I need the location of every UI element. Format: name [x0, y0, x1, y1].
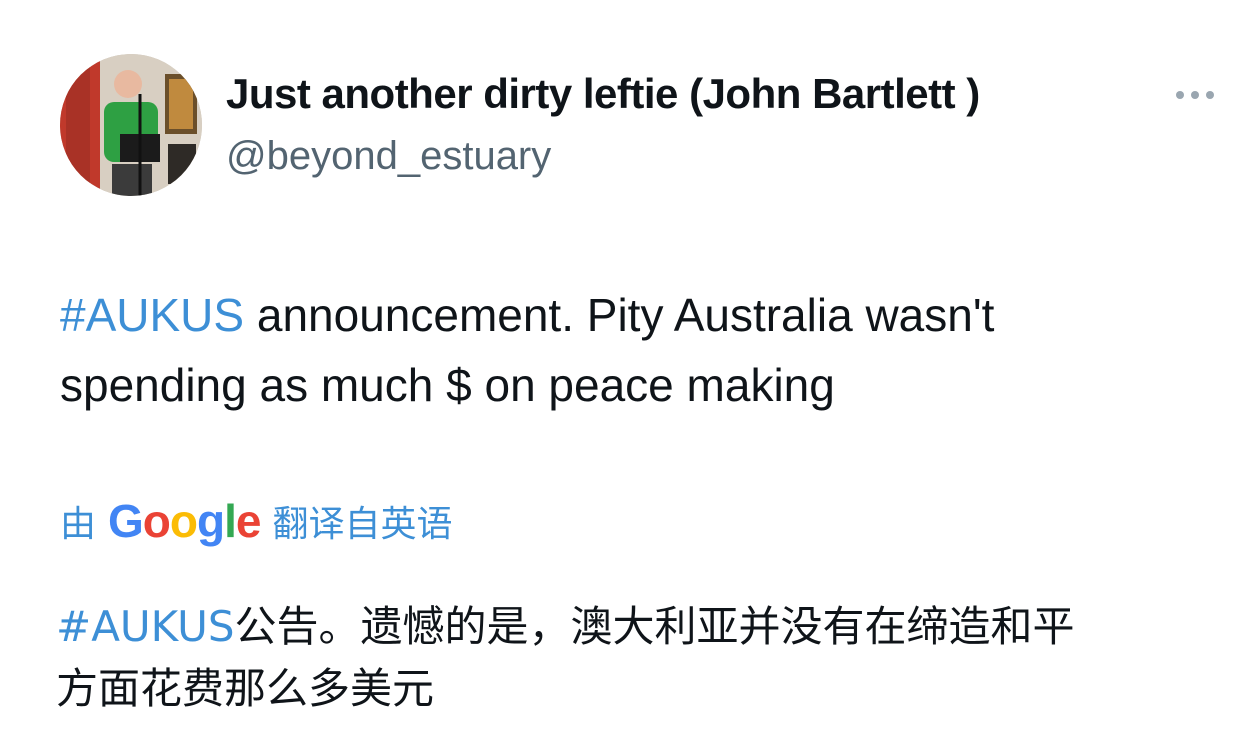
translated-hashtag-link[interactable]: #AUKUS [56, 602, 234, 651]
translation-prefix: 由 [60, 503, 97, 544]
translated-text-line1: 公告。遗憾的是，澳大利亚并没有在缔造和平 [234, 602, 1075, 651]
tweet-text-line1: announcement. Pity Australia wasn't [244, 289, 995, 341]
tweet-text-line2: spending as much $ on peace making [60, 359, 835, 411]
dot [1191, 91, 1199, 99]
profile-photo [60, 54, 202, 196]
translated-text: #AUKUS公告。遗憾的是，澳大利亚并没有在缔造和平 方面花费那么多美元 [56, 596, 1226, 720]
translation-attribution[interactable]: 由 Google 翻译自英语 [60, 494, 453, 548]
author-display-name[interactable]: Just another dirty leftie (John Bartlett… [226, 70, 980, 118]
more-dots-icon[interactable] [1176, 88, 1220, 102]
translated-text-line2: 方面花费那么多美元 [56, 664, 435, 713]
hashtag-link[interactable]: #AUKUS [60, 289, 244, 341]
dot [1206, 91, 1214, 99]
google-logo: Google [108, 495, 261, 547]
tweet-text: #AUKUS announcement. Pity Australia wasn… [60, 280, 1220, 420]
avatar[interactable] [60, 54, 202, 196]
translation-suffix: 翻译自英语 [272, 503, 453, 544]
author-handle[interactable]: @beyond_estuary [226, 134, 551, 179]
dot [1176, 91, 1184, 99]
